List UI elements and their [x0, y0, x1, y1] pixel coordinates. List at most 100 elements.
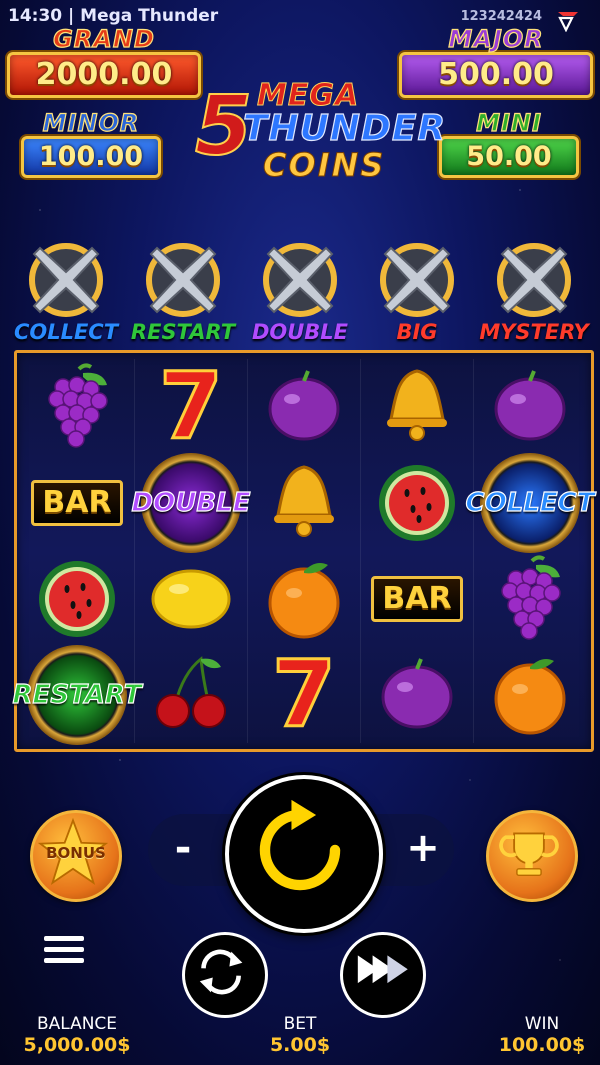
- trophy-button[interactable]: [486, 810, 578, 902]
- symbol-orange: [248, 551, 360, 647]
- reel-3: 7: [247, 359, 360, 743]
- balance-value: 5,000.00$: [23, 1034, 131, 1056]
- symbol-watermelon: [361, 455, 473, 551]
- cherries-icon: [147, 649, 235, 741]
- lemon-icon: [147, 553, 235, 645]
- bar-symbol-label: BAR: [371, 576, 463, 622]
- hamburger-line: [44, 947, 84, 952]
- game-logo: 5 MEGA THUNDER COINS: [194, 76, 446, 186]
- symbol-grapes: [474, 551, 586, 647]
- x-emblem-icon: [380, 243, 454, 317]
- jackpot-mini: MINI 50.00: [436, 109, 582, 178]
- plum-icon: [486, 361, 574, 453]
- symbol-bar: BAR: [361, 551, 473, 647]
- menu-button[interactable]: [38, 930, 90, 970]
- x-emblem-icon: [263, 243, 337, 317]
- x-emblem-icon: [146, 243, 220, 317]
- x-emblem-icon: [497, 243, 571, 317]
- symbol-orange: [474, 647, 586, 743]
- spin-button[interactable]: [225, 775, 383, 933]
- grapes-icon: [33, 361, 121, 453]
- bonus-button[interactable]: BONUS: [30, 810, 122, 902]
- decrease-bet-button[interactable]: -: [165, 822, 201, 874]
- jackpot-major-value: 500.00: [399, 52, 593, 98]
- game-logo-line-3: COINS: [262, 146, 386, 185]
- collect-coin-label: COLLECT: [465, 487, 595, 518]
- watermelon-icon: [373, 457, 461, 549]
- symbol-plum: [474, 359, 586, 455]
- feature-restart: RESTART: [125, 236, 241, 350]
- symbol-bell: [361, 359, 473, 455]
- session-id: 123242424: [460, 9, 542, 24]
- turbo-button[interactable]: [340, 932, 426, 1018]
- double-coin-icon: DOUBLE: [131, 453, 251, 553]
- grapes-icon: [486, 553, 574, 645]
- symbol-bar: BAR: [21, 455, 133, 551]
- symbol-lemon: [135, 551, 247, 647]
- feature-mystery: MYSTERY: [476, 236, 592, 350]
- jackpot-mini-label: MINI: [475, 109, 542, 137]
- feature-label: DOUBLE: [251, 320, 349, 344]
- jackpot-minor-value: 100.00: [21, 136, 161, 178]
- reel-1: BAR RESTART: [12, 359, 142, 745]
- reel-4: BAR: [360, 359, 473, 743]
- plum-icon: [373, 649, 461, 741]
- feature-label: MYSTERY: [479, 320, 589, 344]
- feature-double: DOUBLE: [242, 236, 358, 350]
- orange-icon: [486, 649, 574, 741]
- autoplay-button[interactable]: [182, 932, 268, 1018]
- plum-icon: [260, 361, 348, 453]
- x-emblem-icon: [29, 243, 103, 317]
- jackpot-grand-label: GRAND: [53, 25, 155, 53]
- bet-display: BET 5.00$: [250, 1014, 350, 1056]
- jackpot-minor-label: MINOR: [42, 109, 140, 137]
- bet-label: BET: [283, 1014, 317, 1034]
- increase-bet-button[interactable]: +: [404, 822, 442, 874]
- jackpot-major-label: MAJOR: [448, 25, 544, 53]
- symbol-seven: 7: [135, 359, 247, 455]
- symbol-plum: [248, 359, 360, 455]
- jackpot-grand: GRAND 2000.00: [4, 25, 204, 98]
- feature-row: COLLECT RESTART DOUBLE BIG MYSTERY: [8, 236, 592, 350]
- symbol-cherries: [135, 647, 247, 743]
- bell-icon: [373, 361, 461, 453]
- balance-label: BALANCE: [36, 1014, 118, 1034]
- symbol-watermelon: [21, 551, 133, 647]
- balance-display: BALANCE 5,000.00$: [14, 1014, 140, 1056]
- bar-symbol-label: BAR: [31, 480, 123, 526]
- feature-collect: COLLECT: [8, 236, 124, 350]
- time-and-title: 14:30 | Mega Thunder: [8, 6, 219, 26]
- symbol-bell: [248, 455, 360, 551]
- jackpot-mini-value: 50.00: [439, 136, 579, 178]
- feature-label: RESTART: [130, 320, 236, 344]
- game-logo-line-2: THUNDER: [242, 107, 447, 149]
- hamburger-line: [44, 936, 84, 941]
- feature-label: COLLECT: [13, 320, 119, 344]
- hamburger-line: [44, 958, 84, 963]
- double-coin-label: DOUBLE: [131, 487, 251, 518]
- autoplay-icon: [199, 949, 243, 995]
- watermelon-icon: [33, 553, 121, 645]
- reel-5: COLLECT: [465, 359, 595, 743]
- orange-icon: [260, 553, 348, 645]
- feature-big: BIG: [359, 236, 475, 350]
- feature-label: BIG: [396, 320, 438, 344]
- restart-coin-icon: RESTART: [12, 645, 142, 745]
- info-bar: BALANCE 5,000.00$ BET 5.00$ WIN 100.00$: [0, 1014, 600, 1064]
- jackpot-major: MAJOR 500.00: [396, 25, 596, 98]
- reel-grid: BAR RESTART 7 DOUBLE 7 BAR COLLECT: [12, 350, 595, 752]
- win-value: 100.00$: [498, 1034, 586, 1056]
- symbol-grapes: [21, 359, 133, 455]
- collect-coin-icon: COLLECT: [465, 453, 595, 553]
- bet-value: 5.00$: [269, 1034, 331, 1056]
- fast-forward-icon: [357, 955, 408, 984]
- symbol-collect-coin: COLLECT: [465, 453, 595, 553]
- seven-symbol-label: 7: [270, 641, 337, 748]
- spin-arrow-icon: [259, 799, 341, 891]
- bell-icon: [260, 457, 348, 549]
- symbol-restart-coin: RESTART: [12, 645, 142, 745]
- win-display: WIN 100.00$: [492, 1014, 592, 1056]
- win-label: WIN: [524, 1014, 560, 1034]
- symbol-seven: 7: [248, 647, 360, 743]
- trophy-icon: [499, 832, 559, 877]
